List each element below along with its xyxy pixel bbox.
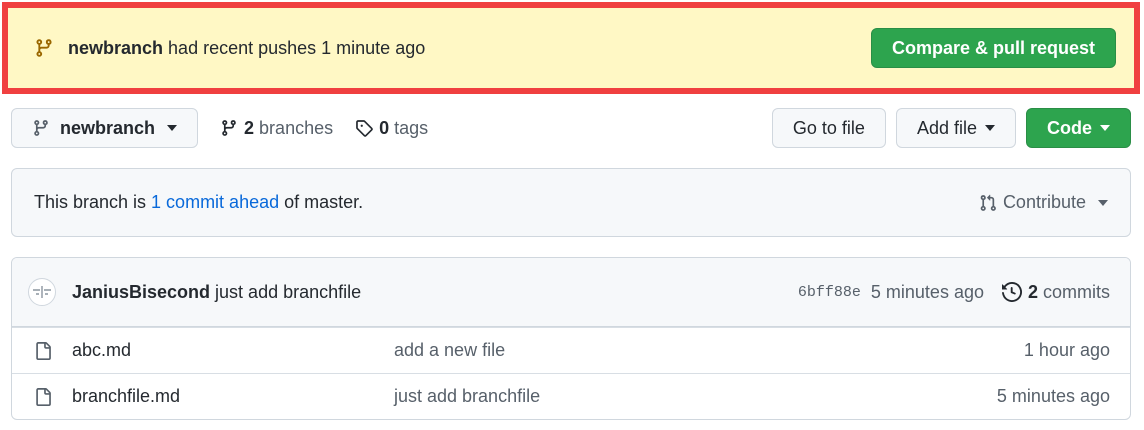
file-name[interactable]: branchfile.md	[72, 386, 394, 407]
history-icon	[1001, 282, 1022, 302]
commits-history-link[interactable]: 2 commits	[1001, 281, 1110, 303]
chevron-down-icon	[1098, 199, 1108, 206]
commit-sha[interactable]: 6bff88e	[798, 284, 861, 301]
banner-message: had recent pushes 1 minute ago	[168, 37, 426, 58]
latest-commit-bar: JaniusBisecond just add branchfile 6bff8…	[12, 258, 1130, 327]
commits-ahead-link[interactable]: 1 commit ahead	[151, 192, 279, 213]
branches-label: branches	[259, 117, 334, 138]
commits-label: commits	[1043, 281, 1110, 302]
banner-text: newbranch had recent pushes 1 minute ago	[68, 38, 425, 59]
go-to-file-button[interactable]: Go to file	[771, 108, 886, 148]
file-icon	[34, 387, 52, 407]
chevron-down-icon	[985, 125, 995, 131]
git-branch-icon	[32, 119, 50, 137]
avatar[interactable]	[28, 278, 56, 306]
git-branch-icon	[220, 119, 238, 137]
compare-pull-request-button[interactable]: Compare & pull request	[870, 28, 1116, 68]
commit-time: 5 minutes ago	[870, 281, 984, 302]
file-commit-message[interactable]: just add branchfile	[394, 386, 540, 407]
branch-status-suffix: of master.	[284, 192, 364, 212]
chevron-down-icon	[1100, 125, 1110, 131]
repo-toolbar: newbranch 2 branches 0 tags Go to file A…	[11, 108, 1131, 148]
branches-count: 2	[244, 117, 255, 138]
branch-selector-label: newbranch	[60, 117, 156, 138]
toolbar-actions: Go to file Add file Code	[771, 108, 1131, 148]
branches-link[interactable]: 2 branches	[220, 118, 333, 139]
branch-selector-button[interactable]: newbranch	[11, 108, 199, 148]
tag-icon	[355, 119, 373, 137]
recent-pushes-banner: newbranch had recent pushes 1 minute ago…	[2, 2, 1140, 94]
file-icon	[34, 341, 52, 361]
branch-status-prefix: This branch is	[34, 192, 147, 212]
commit-message[interactable]: just add branchfile	[215, 282, 361, 303]
code-label: Code	[1047, 117, 1092, 138]
tags-link[interactable]: 0 tags	[355, 118, 428, 139]
commit-meta: 6bff88e 5 minutes ago 2 commits	[798, 282, 1110, 303]
table-row: abc.md add a new file 1 hour ago	[12, 327, 1130, 373]
file-age: 5 minutes ago	[996, 386, 1110, 406]
git-branch-icon	[34, 38, 54, 58]
git-pull-request-icon	[979, 194, 997, 212]
banner-branch-name[interactable]: newbranch	[68, 38, 163, 58]
file-name[interactable]: abc.md	[72, 340, 394, 361]
table-row: branchfile.md just add branchfile 5 minu…	[12, 373, 1130, 419]
file-commit-message[interactable]: add a new file	[394, 340, 505, 361]
commit-author[interactable]: JaniusBisecond	[72, 282, 210, 303]
repo-page: newbranch had recent pushes 1 minute ago…	[0, 0, 1144, 430]
file-listing: JaniusBisecond just add branchfile 6bff8…	[11, 257, 1131, 420]
add-file-button[interactable]: Add file	[895, 108, 1016, 148]
contribute-label: Contribute	[1002, 192, 1086, 212]
branch-status-box: This branch is 1 commit ahead of master.…	[11, 168, 1131, 237]
contribute-dropdown[interactable]: Contribute	[979, 192, 1108, 213]
code-button[interactable]: Code	[1026, 108, 1131, 148]
tags-count: 0	[379, 117, 390, 138]
tags-label: tags	[394, 117, 429, 138]
commits-count: 2	[1027, 281, 1038, 302]
add-file-label: Add file	[916, 117, 977, 138]
file-age: 1 hour ago	[1023, 340, 1110, 360]
chevron-down-icon	[167, 125, 178, 131]
